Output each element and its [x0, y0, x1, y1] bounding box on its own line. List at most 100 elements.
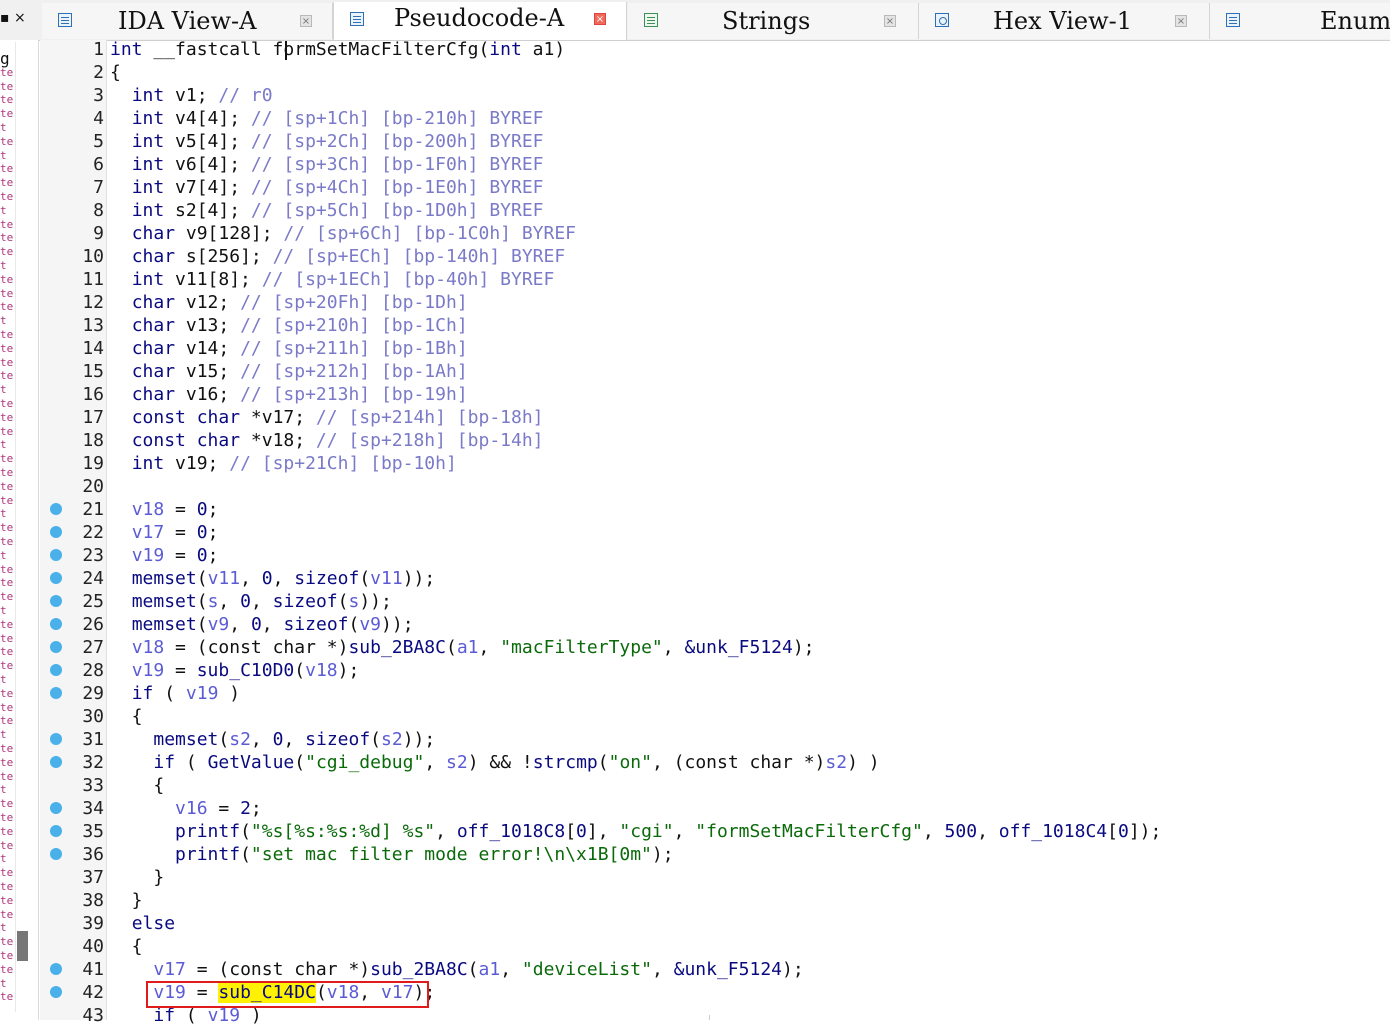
code-text[interactable]: char s[256]; // [sp+ECh] [bp-140h] BYREF: [110, 245, 566, 268]
code-line[interactable]: 33 {: [0, 774, 1390, 797]
code-text[interactable]: if ( v19 ): [110, 682, 240, 705]
code-line[interactable]: 28 v19 = sub_C10D0(v18);: [0, 659, 1390, 682]
code-line[interactable]: 36 printf("set mac filter mode error!\n\…: [0, 843, 1390, 866]
code-text[interactable]: const char *v18; // [sp+218h] [bp-14h]: [110, 429, 544, 452]
tab-strings[interactable]: Strings ×: [628, 3, 919, 39]
code-line[interactable]: 19 int v19; // [sp+21Ch] [bp-10h]: [0, 452, 1390, 475]
tab-close-icon[interactable]: ×: [594, 13, 606, 25]
breakpoint-dot-icon[interactable]: [50, 802, 62, 814]
code-text[interactable]: int __fastcall formSetMacFilterCfg(int a…: [110, 38, 565, 61]
breakpoint-dot-icon[interactable]: [50, 963, 62, 975]
breakpoint-dot-icon[interactable]: [50, 848, 62, 860]
breakpoint-dot-icon[interactable]: [50, 687, 62, 699]
code-line[interactable]: 29 if ( v19 ): [0, 682, 1390, 705]
code-line[interactable]: 31 memset(s2, 0, sizeof(s2));: [0, 728, 1390, 751]
code-line[interactable]: 40 {: [0, 935, 1390, 958]
code-text[interactable]: v18 = 0;: [110, 498, 219, 521]
code-line[interactable]: 9 char v9[128]; // [sp+6Ch] [bp-1C0h] BY…: [0, 222, 1390, 245]
breakpoint-dot-icon[interactable]: [50, 825, 62, 837]
code-line[interactable]: 5 int v5[4]; // [sp+2Ch] [bp-200h] BYREF: [0, 130, 1390, 153]
code-line[interactable]: 1 int __fastcall formSetMacFilterCfg(int …: [0, 38, 1390, 61]
code-line[interactable]: 21 v18 = 0;: [0, 498, 1390, 521]
breakpoint-dot-icon[interactable]: [50, 641, 62, 653]
breakpoint-dot-icon[interactable]: [50, 595, 62, 607]
code-line[interactable]: 20: [0, 475, 1390, 498]
code-text[interactable]: int v4[4]; // [sp+1Ch] [bp-210h] BYREF: [110, 107, 544, 130]
code-text[interactable]: v19 = sub_C10D0(v18);: [110, 659, 360, 682]
code-text[interactable]: char v12; // [sp+20Fh] [bp-1Dh]: [110, 291, 468, 314]
code-text[interactable]: printf("set mac filter mode error!\n\x1B…: [110, 843, 674, 866]
breakpoint-dot-icon[interactable]: [50, 503, 62, 515]
code-text[interactable]: memset(s, 0, sizeof(s));: [110, 590, 392, 613]
code-text[interactable]: }: [110, 866, 164, 889]
breakpoint-dot-icon[interactable]: [50, 572, 62, 584]
breakpoint-dot-icon[interactable]: [50, 664, 62, 676]
code-line[interactable]: 41 v17 = (const char *)sub_2BA8C(a1, "de…: [0, 958, 1390, 981]
code-text[interactable]: else: [110, 912, 175, 935]
code-line[interactable]: 6 int v6[4]; // [sp+3Ch] [bp-1F0h] BYREF: [0, 153, 1390, 176]
code-text[interactable]: int v7[4]; // [sp+4Ch] [bp-1E0h] BYREF: [110, 176, 544, 199]
code-text[interactable]: const char *v17; // [sp+214h] [bp-18h]: [110, 406, 544, 429]
code-text[interactable]: int v19; // [sp+21Ch] [bp-10h]: [110, 452, 457, 475]
code-line[interactable]: 25 memset(s, 0, sizeof(s));: [0, 590, 1390, 613]
code-text[interactable]: int s2[4]; // [sp+5Ch] [bp-1D0h] BYREF: [110, 199, 544, 222]
code-text[interactable]: {: [110, 61, 121, 84]
code-text[interactable]: {: [110, 774, 164, 797]
code-line[interactable]: 38 }: [0, 889, 1390, 912]
code-line[interactable]: 34 v16 = 2;: [0, 797, 1390, 820]
breakpoint-dot-icon[interactable]: [50, 733, 62, 745]
code-text[interactable]: {: [110, 705, 143, 728]
code-line[interactable]: 23 v19 = 0;: [0, 544, 1390, 567]
code-text[interactable]: {: [110, 935, 143, 958]
code-line[interactable]: 15 char v15; // [sp+212h] [bp-1Ah]: [0, 360, 1390, 383]
code-text[interactable]: v17 = 0;: [110, 521, 219, 544]
left-panel-controls[interactable]: ▪ ×: [0, 10, 26, 26]
code-line[interactable]: 35 printf("%s[%s:%s:%d] %s", off_1018C8[…: [0, 820, 1390, 843]
code-line[interactable]: 7 int v7[4]; // [sp+4Ch] [bp-1E0h] BYREF: [0, 176, 1390, 199]
tab-ida-view-a[interactable]: IDA View-A ×: [42, 3, 333, 39]
code-text[interactable]: char v14; // [sp+211h] [bp-1Bh]: [110, 337, 468, 360]
left-panel-menu[interactable]: ▪: [0, 10, 10, 26]
code-line[interactable]: 14 char v14; // [sp+211h] [bp-1Bh]: [0, 337, 1390, 360]
code-line[interactable]: 10 char s[256]; // [sp+ECh] [bp-140h] BY…: [0, 245, 1390, 268]
code-text[interactable]: char v13; // [sp+210h] [bp-1Ch]: [110, 314, 468, 337]
tab-enums[interactable]: Enums: [1210, 3, 1390, 39]
code-line[interactable]: 13 char v13; // [sp+210h] [bp-1Ch]: [0, 314, 1390, 337]
breakpoint-dot-icon[interactable]: [50, 549, 62, 561]
breakpoint-dot-icon[interactable]: [50, 618, 62, 630]
code-text[interactable]: v17 = (const char *)sub_2BA8C(a1, "devic…: [110, 958, 803, 981]
code-text[interactable]: v19 = 0;: [110, 544, 219, 567]
code-text[interactable]: memset(v9, 0, sizeof(v9));: [110, 613, 414, 636]
code-line[interactable]: 39 else: [0, 912, 1390, 935]
code-line[interactable]: 11 int v11[8]; // [sp+1ECh] [bp-40h] BYR…: [0, 268, 1390, 291]
code-text[interactable]: char v9[128]; // [sp+6Ch] [bp-1C0h] BYRE…: [110, 222, 576, 245]
code-line[interactable]: 32 if ( GetValue("cgi_debug", s2) && !st…: [0, 751, 1390, 774]
code-line[interactable]: 8 int s2[4]; // [sp+5Ch] [bp-1D0h] BYREF: [0, 199, 1390, 222]
code-line[interactable]: 3 int v1; // r0: [0, 84, 1390, 107]
code-text[interactable]: memset(s2, 0, sizeof(s2));: [110, 728, 435, 751]
tab-hex-view-1[interactable]: Hex View-1 ×: [919, 3, 1210, 39]
code-text[interactable]: memset(v11, 0, sizeof(v11));: [110, 567, 436, 590]
code-line[interactable]: 18 const char *v18; // [sp+218h] [bp-14h…: [0, 429, 1390, 452]
code-line[interactable]: 17 const char *v17; // [sp+214h] [bp-18h…: [0, 406, 1390, 429]
breakpoint-dot-icon[interactable]: [50, 756, 62, 768]
code-line[interactable]: 22 v17 = 0;: [0, 521, 1390, 544]
tab-close-icon[interactable]: ×: [300, 15, 312, 27]
code-text[interactable]: char v15; // [sp+212h] [bp-1Ah]: [110, 360, 468, 383]
code-text[interactable]: printf("%s[%s:%s:%d] %s", off_1018C8[0],…: [110, 820, 1161, 843]
code-line[interactable]: 16 char v16; // [sp+213h] [bp-19h]: [0, 383, 1390, 406]
code-text[interactable]: int v5[4]; // [sp+2Ch] [bp-200h] BYREF: [110, 130, 544, 153]
code-text[interactable]: }: [110, 889, 143, 912]
tab-close-icon[interactable]: ×: [1175, 15, 1187, 27]
code-text[interactable]: char v16; // [sp+213h] [bp-19h]: [110, 383, 468, 406]
left-panel-close-button[interactable]: ×: [14, 10, 26, 26]
code-text[interactable]: int v11[8]; // [sp+1ECh] [bp-40h] BYREF: [110, 268, 555, 291]
code-line[interactable]: 4 int v4[4]; // [sp+1Ch] [bp-210h] BYREF: [0, 107, 1390, 130]
code-text[interactable]: int v6[4]; // [sp+3Ch] [bp-1F0h] BYREF: [110, 153, 544, 176]
code-line[interactable]: 12 char v12; // [sp+20Fh] [bp-1Dh]: [0, 291, 1390, 314]
code-text[interactable]: if ( GetValue("cgi_debug", s2) && !strcm…: [110, 751, 879, 774]
code-line[interactable]: 26 memset(v9, 0, sizeof(v9));: [0, 613, 1390, 636]
code-text[interactable]: int v1; // r0: [110, 84, 273, 107]
breakpoint-dot-icon[interactable]: [50, 986, 62, 998]
tab-close-icon[interactable]: ×: [884, 15, 896, 27]
